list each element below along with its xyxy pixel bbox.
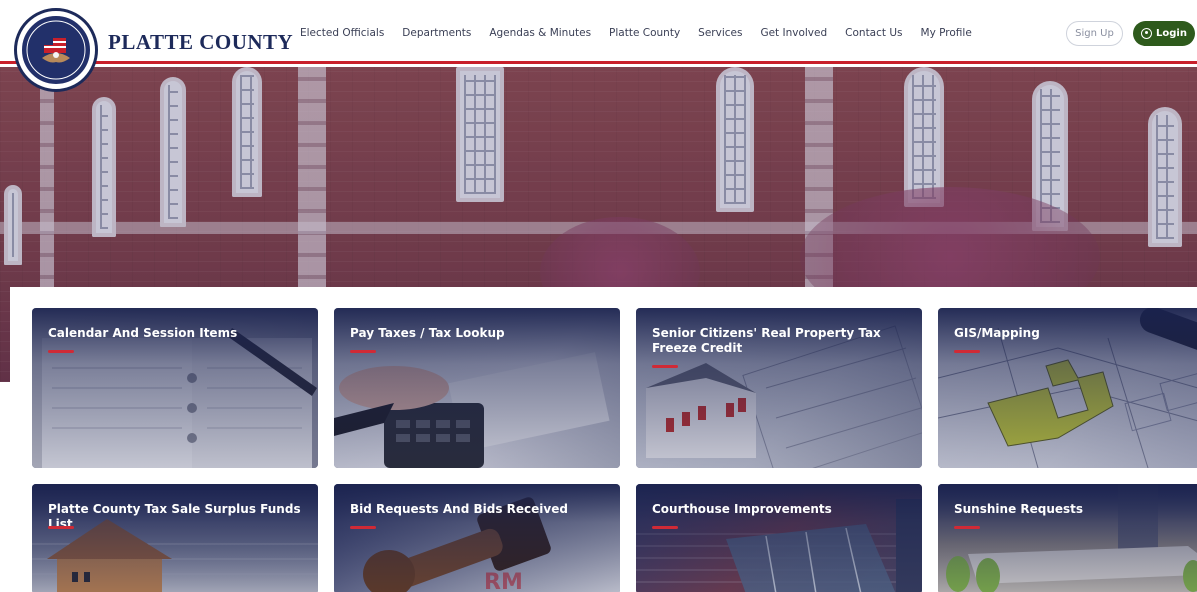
card-tax-sale-surplus[interactable]: Platte County Tax Sale Surplus Funds Lis… xyxy=(32,484,318,592)
user-icon xyxy=(1141,28,1153,39)
card-accent-bar xyxy=(48,526,74,529)
card-title: Platte County Tax Sale Surplus Funds Lis… xyxy=(48,502,301,531)
login-label: Login xyxy=(1156,28,1187,39)
card-title: Calendar And Session Items xyxy=(48,326,238,340)
nav-agendas-minutes[interactable]: Agendas & Minutes xyxy=(489,27,591,39)
nav-get-involved[interactable]: Get Involved xyxy=(760,27,827,39)
signup-button[interactable]: Sign Up xyxy=(1066,21,1123,46)
nav-services[interactable]: Services xyxy=(698,27,742,39)
card-title: Sunshine Requests xyxy=(954,502,1084,516)
nav-contact-us[interactable]: Contact Us xyxy=(845,27,902,39)
card-overlay xyxy=(938,484,1197,592)
card-accent-bar xyxy=(652,526,678,529)
nav-departments[interactable]: Departments xyxy=(402,27,471,39)
card-title: Bid Requests And Bids Received xyxy=(350,502,568,516)
card-pay-taxes[interactable]: Pay Taxes / Tax Lookup xyxy=(334,308,620,468)
card-senior-tax-freeze[interactable]: Senior Citizens' Real Property Tax Freez… xyxy=(636,308,922,468)
card-accent-bar xyxy=(954,526,980,529)
card-accent-bar xyxy=(48,350,74,353)
card-bid-requests[interactable]: RM Bid Requests And Bids Received xyxy=(334,484,620,592)
card-overlay xyxy=(636,484,922,592)
card-title: Pay Taxes / Tax Lookup xyxy=(350,326,505,340)
seal-emblem xyxy=(20,14,92,86)
site-header: PLATTE COUNTY Elected Officials Departme… xyxy=(0,0,1197,64)
card-gis-mapping[interactable]: GIS/Mapping xyxy=(938,308,1197,468)
card-accent-bar xyxy=(350,350,376,353)
card-accent-bar xyxy=(350,526,376,529)
seal-icon xyxy=(26,20,86,80)
main-nav: Elected Officials Departments Agendas & … xyxy=(300,27,990,39)
nav-elected-officials[interactable]: Elected Officials xyxy=(300,27,384,39)
card-overlay xyxy=(334,484,620,592)
card-overlay xyxy=(32,484,318,592)
card-accent-bar xyxy=(652,365,678,368)
card-calendar-session-items[interactable]: Calendar And Session Items xyxy=(32,308,318,468)
nav-my-profile[interactable]: My Profile xyxy=(921,27,972,39)
card-courthouse-improvements[interactable]: Courthouse Improvements xyxy=(636,484,922,592)
card-title: GIS/Mapping xyxy=(954,326,1040,340)
card-title: Senior Citizens' Real Property Tax Freez… xyxy=(652,326,881,355)
card-accent-bar xyxy=(954,350,980,353)
site-brand[interactable]: PLATTE COUNTY xyxy=(108,30,293,55)
card-title: Courthouse Improvements xyxy=(652,502,832,516)
county-seal-logo[interactable] xyxy=(14,8,98,92)
quick-links-section: Calendar And Session Items Pay Taxes / T… xyxy=(10,287,1197,592)
login-button[interactable]: Login xyxy=(1133,21,1195,46)
nav-platte-county[interactable]: Platte County xyxy=(609,27,680,39)
card-sunshine-requests[interactable]: Sunshine Requests xyxy=(938,484,1197,592)
